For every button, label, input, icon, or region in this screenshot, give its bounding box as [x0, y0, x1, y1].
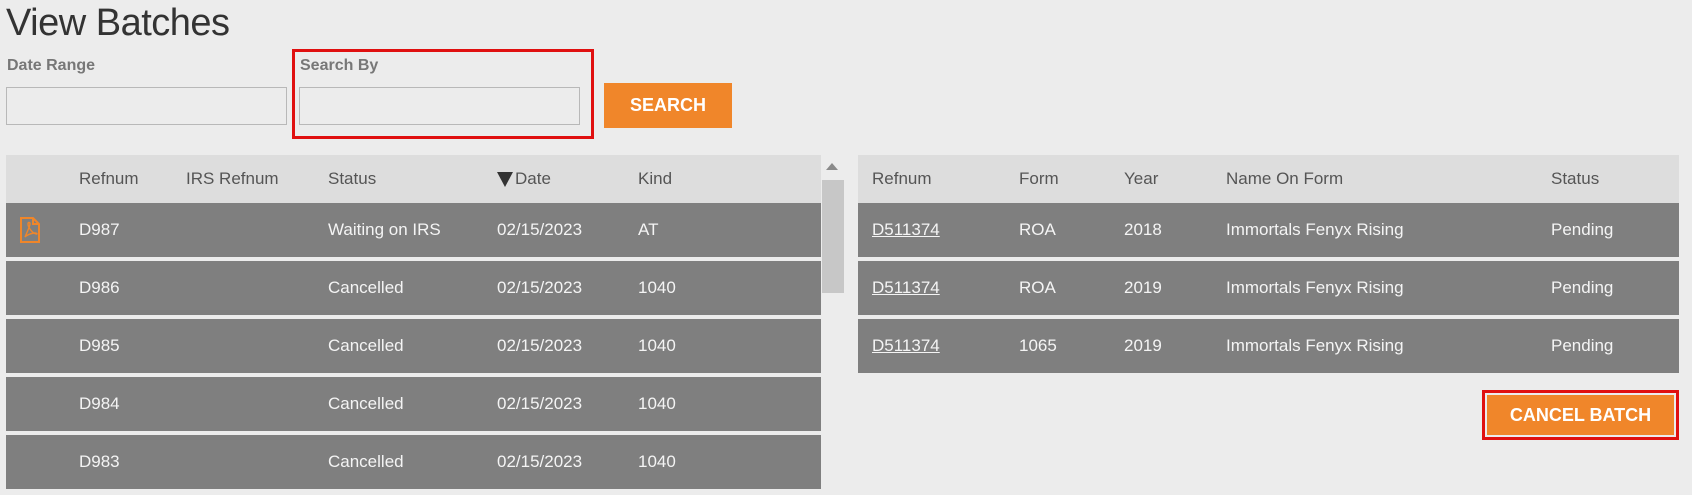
column-header-refnum[interactable]: Refnum [872, 155, 932, 203]
search-by-input[interactable] [299, 87, 580, 125]
detail-year: 2019 [1124, 278, 1162, 297]
batch-status: Waiting on IRS [328, 220, 441, 239]
batch-kind: 1040 [638, 278, 676, 297]
date-range-input[interactable] [6, 87, 287, 125]
batch-refnum: D983 [79, 452, 120, 471]
detail-name-on-form: Immortals Fenyx Rising [1226, 278, 1404, 297]
batch-kind: AT [638, 220, 659, 239]
search-button[interactable]: SEARCH [604, 83, 732, 128]
column-header-date[interactable]: Date [497, 155, 551, 203]
column-header-year[interactable]: Year [1124, 155, 1158, 203]
column-header-kind[interactable]: Kind [638, 155, 672, 203]
batch-status: Cancelled [328, 394, 404, 413]
batch-kind: 1040 [638, 336, 676, 355]
batches-table: Refnum IRS Refnum Status Date Kind D987 … [6, 155, 821, 495]
scrollbar-thumb[interactable] [822, 180, 844, 293]
detail-name-on-form: Immortals Fenyx Rising [1226, 220, 1404, 239]
detail-status: Pending [1551, 278, 1614, 297]
detail-refnum-link[interactable]: D511374 [872, 319, 940, 373]
detail-refnum-link[interactable]: D511374 [872, 203, 940, 257]
detail-row: D511374 1065 2019 Immortals Fenyx Rising… [858, 319, 1679, 373]
sort-down-arrow-icon [497, 171, 513, 187]
column-header-status[interactable]: Status [328, 155, 376, 203]
column-header-refnum[interactable]: Refnum [79, 155, 139, 203]
batch-row[interactable]: D986 Cancelled 02/15/2023 1040 [6, 261, 821, 315]
detail-year: 2019 [1124, 336, 1162, 355]
column-header-date-label: Date [515, 169, 551, 188]
column-header-irs-refnum[interactable]: IRS Refnum [186, 155, 279, 203]
scroll-up-arrow-icon[interactable] [826, 163, 838, 170]
batch-date: 02/15/2023 [497, 394, 583, 413]
batch-status: Cancelled [328, 452, 404, 471]
batches-scrollbar[interactable] [822, 155, 844, 495]
detail-form: ROA [1019, 220, 1056, 239]
column-header-form[interactable]: Form [1019, 155, 1059, 203]
batch-status: Cancelled [328, 336, 404, 355]
detail-form: ROA [1019, 278, 1056, 297]
detail-row: D511374 ROA 2018 Immortals Fenyx Rising … [858, 203, 1679, 257]
detail-row: D511374 ROA 2019 Immortals Fenyx Rising … [858, 261, 1679, 315]
batch-refnum: D986 [79, 278, 120, 297]
detail-form: 1065 [1019, 336, 1057, 355]
column-header-name-on-form[interactable]: Name On Form [1226, 155, 1343, 203]
batch-detail-table: Refnum Form Year Name On Form Status D51… [858, 155, 1679, 375]
batch-kind: 1040 [638, 452, 676, 471]
batch-date: 02/15/2023 [497, 278, 583, 297]
batches-table-header: Refnum IRS Refnum Status Date Kind [6, 155, 821, 203]
detail-year: 2018 [1124, 220, 1162, 239]
batch-date: 02/15/2023 [497, 220, 583, 239]
detail-status: Pending [1551, 336, 1614, 355]
column-header-status[interactable]: Status [1551, 155, 1599, 203]
batch-refnum: D984 [79, 394, 120, 413]
pdf-file-icon[interactable] [18, 203, 42, 257]
detail-name-on-form: Immortals Fenyx Rising [1226, 336, 1404, 355]
batch-kind: 1040 [638, 394, 676, 413]
search-by-label: Search By [300, 57, 379, 74]
date-range-label: Date Range [7, 57, 96, 74]
batch-row[interactable]: D987 Waiting on IRS 02/15/2023 AT [6, 203, 821, 257]
batch-status: Cancelled [328, 278, 404, 297]
batch-detail-table-header: Refnum Form Year Name On Form Status [858, 155, 1679, 203]
batch-row[interactable]: D985 Cancelled 02/15/2023 1040 [6, 319, 821, 373]
page-title: View Batches [6, 2, 230, 44]
batch-refnum: D987 [79, 220, 120, 239]
detail-refnum-link[interactable]: D511374 [872, 261, 940, 315]
batch-row[interactable]: D983 Cancelled 02/15/2023 1040 [6, 435, 821, 489]
batch-date: 02/15/2023 [497, 336, 583, 355]
batch-date: 02/15/2023 [497, 452, 583, 471]
detail-status: Pending [1551, 220, 1614, 239]
batch-refnum: D985 [79, 336, 120, 355]
cancel-batch-button[interactable]: CANCEL BATCH [1487, 395, 1674, 435]
batch-row[interactable]: D984 Cancelled 02/15/2023 1040 [6, 377, 821, 431]
